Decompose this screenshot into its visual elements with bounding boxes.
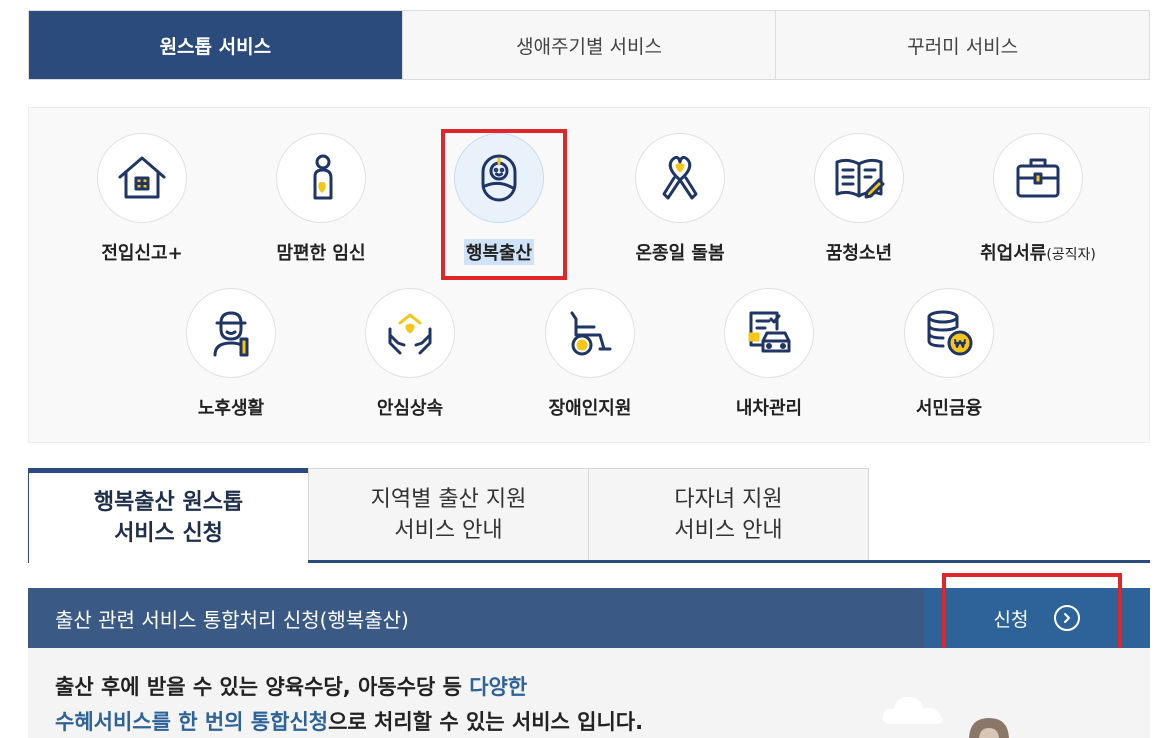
category-label: 맘편한 임신: [276, 243, 366, 264]
category-happy-birth[interactable]: 행복출산: [409, 133, 589, 265]
category-retirement-life[interactable]: 노후생활: [141, 288, 321, 420]
person-illustration: [969, 718, 1009, 738]
service-title: 출산 관련 서비스 통합처리 신청(행복출산): [55, 607, 409, 632]
happy-birth-sub-tabs: 행복출산 원스톱 서비스 신청 지역별 출산 지원 서비스 안내 다자녀 지원 …: [28, 468, 1150, 563]
open-book-icon: [814, 133, 904, 223]
category-dream-youth[interactable]: 꿈청소년: [769, 133, 949, 265]
category-label: 서민금융: [915, 398, 983, 419]
wheelchair-icon: [545, 288, 635, 378]
category-safe-inheritance[interactable]: 안심상속: [320, 288, 500, 420]
apply-button-label: 신청: [993, 608, 1029, 631]
chevron-right-icon: [1054, 605, 1081, 631]
car-document-icon: [724, 288, 814, 378]
pregnant-icon: [276, 133, 366, 223]
service-apply-bar: 출산 관련 서비스 통합처리 신청(행복출산) 신청: [28, 588, 1150, 648]
category-label: 꿈청소년: [825, 243, 893, 264]
tab-regional-birth-support[interactable]: 지역별 출산 지원 서비스 안내: [308, 468, 589, 560]
hands-house-icon: [365, 288, 455, 378]
category-my-car-management[interactable]: 내차관리: [679, 288, 859, 420]
description-text: 출산 후에 받을 수 있는 양육수당, 아동수당 등 다양한 수혜서비스를 한 …: [55, 675, 644, 734]
elder-icon: [186, 288, 276, 378]
category-label: 노후생활: [197, 398, 265, 419]
tab-multi-child-support[interactable]: 다자녀 지원 서비스 안내: [588, 468, 869, 560]
category-disability-support[interactable]: 장애인지원: [500, 288, 680, 420]
category-label: 장애인지원: [548, 398, 632, 419]
apply-button[interactable]: 신청: [924, 588, 1150, 648]
briefcase-icon: [993, 133, 1083, 223]
house-icon: [97, 133, 187, 223]
tab-onestop-apply[interactable]: 행복출산 원스톱 서비스 신청: [28, 468, 309, 563]
category-label: 온종일 돌봄: [635, 243, 725, 264]
category-panel: 전입신고+ 맘편한 임신 행복출산 온종일 돌봄 꿈청소년 취업서류(공직자) …: [28, 107, 1150, 443]
category-label: 행복출산: [463, 239, 535, 265]
service-type-tabs: 원스톱 서비스 생애주기별 서비스 꾸러미 서비스: [28, 10, 1150, 80]
category-label: 안심상속: [376, 398, 444, 419]
category-easy-pregnancy[interactable]: 맘편한 임신: [231, 133, 411, 265]
category-employment-documents[interactable]: 취업서류(공직자): [948, 133, 1128, 265]
baby-icon: [454, 133, 544, 223]
category-low-income-finance[interactable]: 서민금융: [859, 288, 1039, 420]
tab-lifecycle-service[interactable]: 생애주기별 서비스: [401, 11, 776, 79]
coins-icon: [904, 288, 994, 378]
cloud-illustration: [882, 696, 943, 724]
category-move-in-report[interactable]: 전입신고+: [52, 133, 232, 265]
ribbon-heart-icon: [635, 133, 725, 223]
category-label: 취업서류(공직자): [980, 243, 1096, 264]
service-description: 출산 후에 받을 수 있는 양육수당, 아동수당 등 다양한 수혜서비스를 한 …: [28, 648, 1150, 738]
category-all-day-care[interactable]: 온종일 돌봄: [590, 133, 770, 265]
category-label: 내차관리: [735, 398, 803, 419]
tab-bundle-service[interactable]: 꾸러미 서비스: [775, 11, 1150, 79]
tab-onestop-service[interactable]: 원스톱 서비스: [29, 11, 402, 79]
category-label: 전입신고+: [101, 243, 183, 264]
